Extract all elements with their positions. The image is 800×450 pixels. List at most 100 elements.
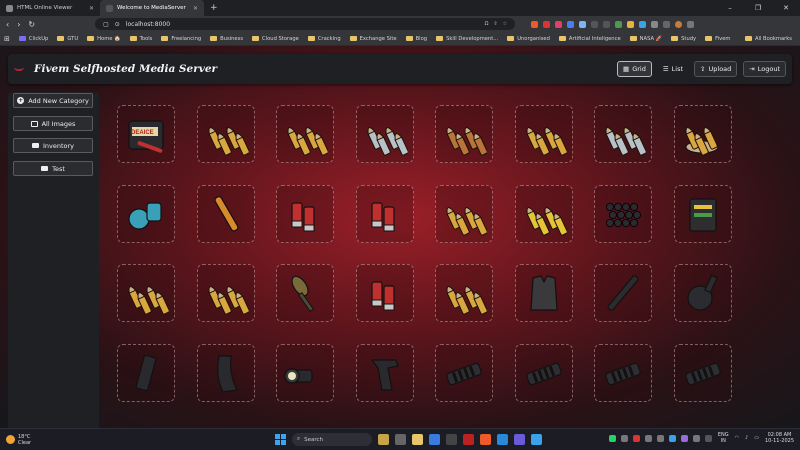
- whatsapp-icon[interactable]: [608, 434, 616, 442]
- tab-welcome-mediaserver[interactable]: Welcome to MediaServer ✕: [100, 0, 204, 16]
- tray-app-icon[interactable]: [680, 434, 688, 442]
- media-card[interactable]: [276, 105, 334, 163]
- file-explorer-icon[interactable]: [412, 434, 423, 445]
- bookmark-item[interactable]: Business: [210, 36, 243, 42]
- back-arrow-icon[interactable]: ‹: [6, 20, 9, 29]
- media-card[interactable]: [514, 264, 573, 322]
- extension-icon[interactable]: [627, 20, 635, 28]
- media-card[interactable]: [435, 264, 493, 322]
- media-card[interactable]: [435, 105, 493, 163]
- new-tab-button[interactable]: +: [204, 3, 218, 13]
- media-card[interactable]: DEAICE: [117, 105, 175, 163]
- category-all-images[interactable]: All Images: [13, 116, 93, 131]
- zoom-indicator[interactable]: Ω: [485, 21, 489, 27]
- extension-icon[interactable]: [555, 20, 563, 28]
- media-card[interactable]: [673, 343, 732, 402]
- site-info-icon[interactable]: ⊙: [115, 21, 120, 28]
- bookmark-item[interactable]: ClickUp: [18, 36, 48, 42]
- bookmark-item[interactable]: Artificial Inteligence: [558, 36, 621, 42]
- media-card[interactable]: [514, 105, 573, 163]
- brave-shield-icon[interactable]: [531, 20, 539, 28]
- extension-icon[interactable]: [579, 20, 587, 28]
- forward-arrow-icon[interactable]: ›: [17, 20, 20, 29]
- bookmark-item[interactable]: Exchange Site: [349, 36, 397, 42]
- bookmark-item[interactable]: GTU: [57, 36, 78, 42]
- media-card[interactable]: [355, 343, 414, 402]
- tray-app-icon[interactable]: [692, 434, 700, 442]
- apps-grid-icon[interactable]: ⊞: [4, 35, 10, 43]
- star-icon[interactable]: ☆: [503, 21, 507, 27]
- media-card[interactable]: [196, 184, 255, 243]
- category-test[interactable]: Test: [13, 161, 93, 176]
- media-card[interactable]: [117, 264, 175, 322]
- bookmark-item[interactable]: Blog: [405, 36, 427, 42]
- todo-app-icon[interactable]: [429, 434, 440, 445]
- media-card[interactable]: [594, 105, 652, 163]
- upload-button[interactable]: ⇪ Upload: [694, 61, 738, 77]
- media-card[interactable]: [673, 184, 732, 243]
- media-card[interactable]: [276, 343, 334, 402]
- app-icon[interactable]: [531, 434, 542, 445]
- clock[interactable]: 02:08 AM 10-11-2025: [765, 432, 794, 444]
- tray-app-icon[interactable]: [644, 434, 652, 442]
- close-window-button[interactable]: ✕: [772, 0, 800, 16]
- minimize-button[interactable]: –: [716, 0, 744, 16]
- bookmark-item[interactable]: Cracking: [307, 36, 341, 42]
- start-menu-icon[interactable]: [275, 434, 286, 445]
- widgets-app-icon[interactable]: [378, 434, 389, 445]
- extension-icon[interactable]: [591, 20, 599, 28]
- app-icon[interactable]: [514, 434, 525, 445]
- media-card[interactable]: [196, 343, 255, 402]
- tray-app-icon[interactable]: [656, 434, 664, 442]
- media-card[interactable]: [594, 343, 652, 402]
- media-card[interactable]: [276, 184, 334, 243]
- battery-icon[interactable]: ▭: [754, 435, 759, 441]
- media-card[interactable]: [117, 184, 175, 243]
- all-bookmarks[interactable]: All Bookmarks: [744, 36, 792, 42]
- weather-widget[interactable]: 18°C Clear: [6, 434, 31, 446]
- vscode-icon[interactable]: [497, 434, 508, 445]
- bookmark-item[interactable]: Freelancing: [161, 36, 201, 42]
- tray-app-icon[interactable]: [632, 434, 640, 442]
- media-card[interactable]: [276, 264, 334, 322]
- close-tab-icon[interactable]: ✕: [89, 5, 94, 12]
- profile-avatar-icon[interactable]: [675, 20, 683, 28]
- wifi-icon[interactable]: ◠: [735, 435, 739, 441]
- bookmark-item[interactable]: NASA 🚀: [629, 36, 662, 42]
- media-card[interactable]: [594, 264, 652, 322]
- bookmark-item[interactable]: Fivem: [705, 36, 730, 42]
- list-view-button[interactable]: ☰ List: [658, 61, 688, 77]
- extension-icon[interactable]: [615, 20, 623, 28]
- app-icon[interactable]: [463, 434, 474, 445]
- reload-icon[interactable]: ↻: [28, 20, 35, 29]
- media-card[interactable]: [514, 343, 573, 402]
- extension-icon[interactable]: [603, 20, 611, 28]
- extension-icon[interactable]: [639, 20, 647, 28]
- bookmark-item[interactable]: Skill Development...: [436, 36, 498, 42]
- media-card[interactable]: [435, 343, 493, 402]
- menu-icon[interactable]: [687, 20, 695, 28]
- sidebar-icon[interactable]: [663, 20, 671, 28]
- bookmark-item[interactable]: Unorganised: [507, 36, 550, 42]
- tab-html-online-viewer[interactable]: HTML Online Viewer ✕: [0, 0, 100, 16]
- extensions-puzzle-icon[interactable]: [651, 20, 659, 28]
- media-card[interactable]: [196, 105, 255, 163]
- category-inventory[interactable]: Inventory: [13, 138, 93, 153]
- media-card[interactable]: [673, 105, 732, 163]
- media-card[interactable]: [355, 264, 414, 322]
- media-card[interactable]: [196, 264, 255, 322]
- maximize-button[interactable]: ❐: [744, 0, 772, 16]
- bookmark-item[interactable]: Tools: [129, 36, 152, 42]
- media-card[interactable]: [435, 184, 493, 243]
- grid-view-button[interactable]: ▦ Grid: [617, 61, 652, 77]
- extension-icon[interactable]: [543, 20, 551, 28]
- media-card[interactable]: [355, 105, 414, 163]
- brave-browser-icon[interactable]: [480, 434, 491, 445]
- chevron-up-icon[interactable]: [704, 434, 712, 442]
- task-view-icon[interactable]: [395, 434, 406, 445]
- media-card[interactable]: [117, 343, 175, 402]
- bookmark-item[interactable]: Study: [671, 36, 696, 42]
- bookmark-item[interactable]: Cloud Storage: [252, 36, 299, 42]
- tray-app-icon[interactable]: [668, 434, 676, 442]
- media-card[interactable]: [673, 264, 732, 322]
